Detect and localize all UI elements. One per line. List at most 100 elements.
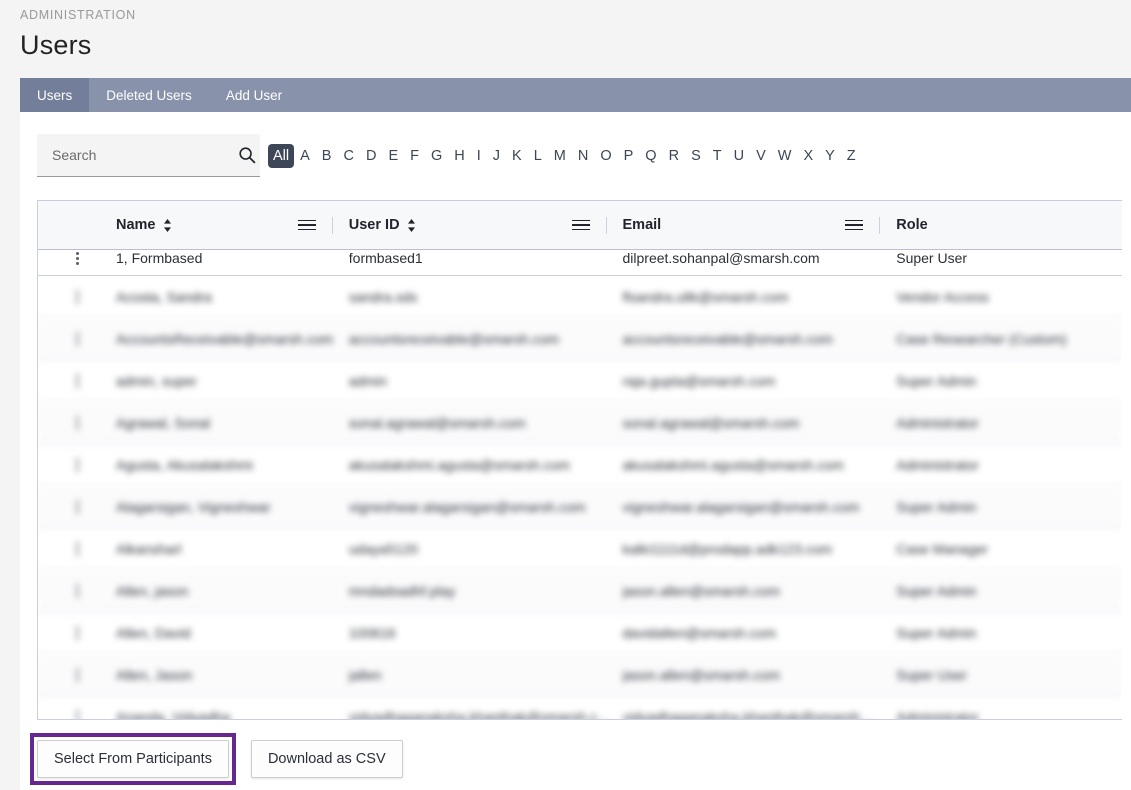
cell-email: flsandra.ultk@smarsh.com	[622, 288, 789, 305]
alpha-filter-n[interactable]: N	[572, 146, 594, 167]
cell-name: 1, Formbased	[116, 250, 203, 266]
download-as-csv-button[interactable]: Download as CSV	[250, 740, 403, 778]
cell-email: dilpreet.sohanpal@smarsh.com	[622, 250, 820, 266]
alpha-filter-s[interactable]: S	[685, 146, 707, 167]
alpha-filter-g[interactable]: G	[425, 146, 448, 167]
sort-arrows-icon[interactable]	[163, 218, 172, 232]
alpha-filter-k[interactable]: K	[506, 146, 528, 167]
table-row[interactable]: Alagarsigan, Vigneshwar vigneshwar.alaga…	[38, 486, 1122, 528]
select-from-participants-button[interactable]: Select From Participants	[37, 740, 229, 778]
table-row[interactable]: Alkansharl udaya5120 kalki1111d@prodapp.…	[38, 528, 1122, 570]
row-options-icon[interactable]	[76, 584, 79, 597]
hamburger-menu-icon[interactable]	[571, 219, 590, 231]
table-row[interactable]: Acosta, Sandra sandra.sds flsandra.ultk@…	[38, 276, 1122, 318]
tab-deleted-users[interactable]: Deleted Users	[89, 78, 209, 112]
row-options-icon[interactable]	[76, 374, 79, 387]
row-options-icon[interactable]	[76, 290, 79, 303]
cell-name: Alagarsigan, Vigneshwar	[116, 498, 271, 515]
alpha-filter-all[interactable]: All	[268, 143, 295, 169]
cell-role: Case Researcher (Custom)	[896, 330, 1067, 347]
alpha-filter-m[interactable]: M	[548, 146, 572, 167]
table-row[interactable]: admin, super admin raja.gupta@smarsh.com…	[38, 360, 1122, 402]
alpha-filter-j[interactable]: J	[487, 146, 506, 167]
cell-role: Super User	[896, 666, 968, 683]
cell-name: Ananda, Vidyadha	[116, 708, 231, 720]
row-options-icon[interactable]	[76, 710, 79, 719]
cell-role: Super User	[896, 250, 968, 266]
table-row[interactable]: Allen, jason mndadsadhf.play jason.allen…	[38, 570, 1122, 612]
content-card: All A B C D E F G H I J K L M N O P Q R …	[20, 112, 1131, 790]
column-header-user-id-label[interactable]: User ID	[349, 217, 400, 233]
column-header-role-label[interactable]: Role	[896, 217, 927, 233]
column-header-role: Role	[896, 201, 1122, 249]
row-options-icon[interactable]	[76, 542, 79, 555]
alpha-filter-x[interactable]: X	[797, 146, 819, 167]
column-header-email: Email	[623, 201, 897, 249]
table-row[interactable]: 1, Formbased formbased1 dilpreet.sohanpa…	[38, 250, 1122, 276]
alpha-filter-p[interactable]: P	[618, 146, 640, 167]
table-row[interactable]: Allen, Jason jallen jason.allen@smarsh.c…	[38, 654, 1122, 696]
hamburger-menu-icon[interactable]	[845, 219, 864, 231]
column-divider	[605, 216, 607, 234]
users-table: Name User ID Email Role 1, Formbased for…	[37, 200, 1122, 720]
alpha-filter-d[interactable]: D	[360, 146, 382, 167]
alpha-filter-y[interactable]: Y	[819, 146, 841, 167]
row-options-icon[interactable]	[76, 500, 79, 513]
search-icon[interactable]	[233, 146, 260, 164]
row-options-icon[interactable]	[76, 332, 79, 345]
column-divider	[331, 216, 333, 234]
cell-role: Administrator	[896, 414, 979, 431]
tab-add-user[interactable]: Add User	[209, 78, 299, 112]
table-row[interactable]: AccountsReceivable@smarsh.com accountsre…	[38, 318, 1122, 360]
breadcrumb: ADMINISTRATION	[20, 8, 136, 22]
alpha-filter-h[interactable]: H	[448, 146, 470, 167]
table-row[interactable]: Allen, David 100616 davidallen@smarsh.co…	[38, 612, 1122, 654]
alpha-filter-f[interactable]: F	[404, 146, 425, 167]
cell-role: Administrator	[896, 456, 979, 473]
alpha-filter-e[interactable]: E	[382, 146, 404, 167]
alpha-filter-a[interactable]: A	[294, 146, 316, 167]
table-header-row: Name User ID Email Role	[38, 201, 1122, 250]
cell-email: vidyadhaganaksha.khanthak@smarsh...	[622, 708, 872, 720]
alpha-filter-i[interactable]: I	[471, 146, 487, 167]
row-options-icon[interactable]	[76, 458, 79, 471]
cell-user-id: 100616	[348, 624, 396, 641]
select-from-participants-highlight: Select From Participants	[30, 733, 236, 785]
table-row[interactable]: Ananda, Vidyadha vidyadhaganaksha.khanth…	[38, 696, 1122, 720]
tab-users[interactable]: Users	[20, 78, 90, 112]
alpha-filter-l[interactable]: L	[528, 146, 548, 167]
cell-role: Administrator	[896, 708, 979, 720]
cell-name: Agusta, Akusalakshmi	[116, 456, 253, 473]
alpha-filter-u[interactable]: U	[728, 146, 750, 167]
cell-email: akusalakshmi.agusta@smarsh.com	[622, 456, 844, 473]
alpha-filter-q[interactable]: Q	[639, 146, 662, 167]
cell-email: jason.allen@smarsh.com	[622, 582, 780, 599]
alpha-filter-b[interactable]: B	[316, 146, 338, 167]
row-options-icon[interactable]	[76, 416, 79, 429]
cell-email: jason.allen@smarsh.com	[622, 666, 780, 683]
cell-user-id: sonal.agrawal@smarsh.com	[348, 414, 526, 431]
column-header-name: Name	[38, 201, 349, 249]
search-box[interactable]	[37, 134, 260, 177]
table-row[interactable]: Agusta, Akusalakshmi akusalakshmi.agusta…	[38, 444, 1122, 486]
column-header-email-label[interactable]: Email	[623, 217, 662, 233]
hamburger-menu-icon[interactable]	[297, 219, 316, 231]
column-header-name-label[interactable]: Name	[116, 217, 156, 233]
table-row[interactable]: Agrawal, Sonal sonal.agrawal@smarsh.com …	[38, 402, 1122, 444]
alpha-filter-t[interactable]: T	[707, 146, 728, 167]
alpha-filter-o[interactable]: O	[594, 146, 617, 167]
row-options-icon[interactable]	[76, 626, 79, 639]
row-options-icon[interactable]	[76, 252, 79, 265]
search-input[interactable]	[37, 147, 233, 163]
alpha-filter-v[interactable]: V	[750, 146, 772, 167]
cell-role: Super Admin	[896, 372, 977, 389]
page-title: Users	[20, 30, 92, 60]
row-options-icon[interactable]	[76, 668, 79, 681]
alpha-filter-z[interactable]: Z	[841, 146, 862, 167]
sort-arrows-icon[interactable]	[407, 218, 416, 232]
alpha-filter-c[interactable]: C	[337, 146, 359, 167]
alpha-filter-w[interactable]: W	[772, 146, 798, 167]
cell-email: accountsreceivable@smarsh.com	[622, 330, 833, 347]
alpha-filter-r[interactable]: R	[663, 146, 685, 167]
cell-user-id: akusalakshmi.agusta@smarsh.com	[348, 456, 570, 473]
